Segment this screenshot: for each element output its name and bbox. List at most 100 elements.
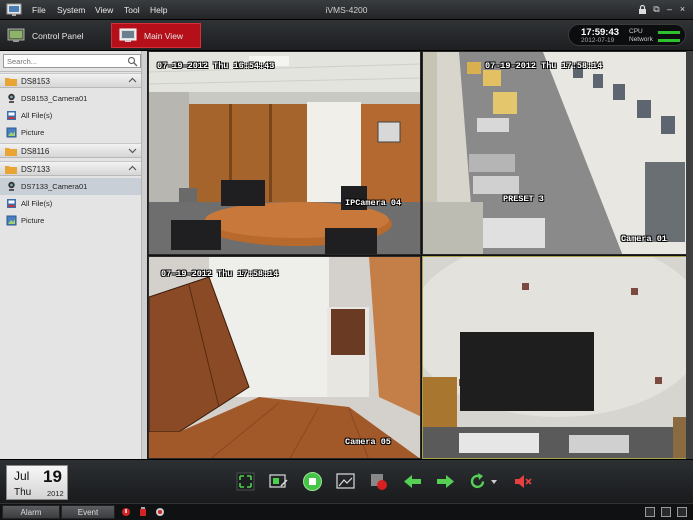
video-window-3[interactable]: 07-19-2012 Thu 17:58:14 Camera 05 bbox=[148, 256, 421, 459]
control-panel-icon bbox=[7, 28, 25, 42]
osd-camera-name: Camera 05 bbox=[345, 437, 391, 447]
chevron-up-icon[interactable] bbox=[128, 164, 137, 173]
next-icon[interactable] bbox=[435, 471, 456, 492]
tree-item-ds7133-picture[interactable]: Picture bbox=[0, 212, 141, 229]
picture-icon bbox=[6, 215, 17, 226]
menu-bar: File System View Tool Help iVMS-4200 ⧉ –… bbox=[0, 0, 693, 20]
folder-icon bbox=[5, 78, 17, 86]
tree-item-ds8153-camera01[interactable]: DS8153_Camera01 bbox=[0, 90, 141, 107]
tree-item-ds7133-all-files[interactable]: All File(s) bbox=[0, 195, 141, 212]
refresh-icon[interactable] bbox=[467, 471, 488, 492]
tab-event[interactable]: Event bbox=[61, 505, 115, 519]
video-window-2[interactable]: 07-19-2012 Thu 17:58:14 PRESET 3 Camera … bbox=[422, 51, 693, 255]
osd-preset: PRESET 3 bbox=[503, 194, 544, 204]
osd-camera-name: Camera 01 bbox=[621, 234, 667, 244]
group-label: DS8116 bbox=[21, 147, 50, 156]
device-tree-panel: DS8153 DS8153_Camera01 All File(s) Pictu… bbox=[0, 51, 147, 459]
tree-item-label: DS7133_Camera01 bbox=[21, 182, 88, 191]
pin-icon[interactable] bbox=[645, 507, 655, 517]
app-logo-icon bbox=[6, 3, 22, 16]
cpu-label: CPU bbox=[629, 28, 643, 35]
menu-help[interactable]: Help bbox=[150, 5, 167, 15]
alarm-settings-icon[interactable] bbox=[155, 507, 165, 517]
record-icon[interactable] bbox=[368, 471, 389, 492]
alarm-icon[interactable] bbox=[121, 507, 131, 517]
fullscreen-icon[interactable] bbox=[235, 471, 256, 492]
capture-icon[interactable] bbox=[335, 471, 356, 492]
date-month: Jul bbox=[14, 469, 30, 483]
bottom-control-bar: Jul 19 Thu 2012 bbox=[0, 459, 693, 503]
restore-button[interactable]: ⧉ bbox=[651, 4, 662, 15]
tab-control-panel[interactable]: Control Panel bbox=[6, 23, 94, 48]
video-frame-4 bbox=[423, 257, 692, 458]
group-ds8116[interactable]: DS8116 bbox=[0, 143, 141, 158]
window-restore-icon[interactable] bbox=[661, 507, 671, 517]
previous-icon[interactable] bbox=[402, 471, 423, 492]
video-frame-3 bbox=[149, 257, 420, 458]
close-button[interactable]: × bbox=[677, 4, 688, 15]
menu-tool[interactable]: Tool bbox=[124, 5, 140, 15]
network-meter bbox=[658, 39, 680, 42]
left-panel-scrollbar[interactable] bbox=[141, 51, 147, 459]
osd-camera-name: IPCamera 04 bbox=[345, 198, 402, 208]
group-label: DS7133 bbox=[21, 165, 50, 174]
osd-timestamp: 07-19-2012 Thu 17:58:14 bbox=[161, 269, 279, 279]
status-bar: Alarm Event bbox=[0, 503, 693, 520]
tab-main-view[interactable]: Main View bbox=[111, 23, 201, 48]
minimize-button[interactable]: – bbox=[664, 4, 675, 15]
cpu-meter bbox=[658, 31, 680, 34]
alarm-sound-icon[interactable] bbox=[138, 507, 148, 517]
tab-control-panel-label: Control Panel bbox=[32, 30, 84, 41]
mute-icon[interactable] bbox=[512, 471, 533, 492]
tree-item-ds8153-all-files[interactable]: All File(s) bbox=[0, 107, 141, 124]
date-weekday: Thu bbox=[14, 487, 32, 498]
camera-icon bbox=[8, 181, 15, 191]
osd-timestamp: 07-19-2012 Thu 17:58:14 bbox=[485, 61, 603, 71]
camera-icon bbox=[8, 93, 15, 103]
tab-main-view-label: Main View bbox=[144, 30, 184, 41]
file-icon bbox=[7, 199, 16, 208]
date-day: 19 bbox=[43, 467, 62, 486]
window-expand-icon[interactable] bbox=[677, 507, 687, 517]
menu-file[interactable]: File bbox=[32, 5, 46, 15]
main-toolbar: Control Panel Main View 17:59:43 2012-07… bbox=[0, 20, 693, 51]
chevron-down-icon[interactable] bbox=[128, 146, 137, 155]
date-display[interactable]: Jul 19 Thu 2012 bbox=[6, 465, 68, 500]
video-frame-2 bbox=[423, 52, 692, 254]
group-label: DS8153 bbox=[21, 77, 50, 86]
search-box bbox=[3, 54, 141, 68]
tree-item-label: Picture bbox=[21, 128, 45, 137]
osd-timestamp: 07-19-2012 Thu 16:54:43 bbox=[157, 61, 275, 71]
menu-view[interactable]: View bbox=[95, 5, 113, 15]
main-view-icon bbox=[119, 28, 137, 42]
tree-item-label: DS8153_Camera01 bbox=[21, 94, 88, 103]
video-window-4[interactable] bbox=[422, 256, 693, 459]
live-view-grid: 07-19-2012 Thu 16:54:43 IPCamera 04 07-1… bbox=[148, 51, 693, 459]
tree-item-label: All File(s) bbox=[21, 199, 53, 208]
group-ds8153[interactable]: DS8153 bbox=[0, 73, 141, 88]
tab-alarm[interactable]: Alarm bbox=[2, 505, 60, 519]
file-icon bbox=[7, 111, 16, 120]
tree-item-label: All File(s) bbox=[21, 111, 53, 120]
date-year: 2012 bbox=[47, 489, 64, 498]
network-label: Network bbox=[629, 36, 653, 43]
folder-icon bbox=[5, 166, 17, 174]
system-status-panel: 17:59:43 2012-07-19 CPU Network bbox=[568, 24, 686, 46]
menu-system[interactable]: System bbox=[57, 5, 85, 15]
video-window-1[interactable]: 07-19-2012 Thu 16:54:43 IPCamera 04 bbox=[148, 51, 421, 255]
tree-item-ds8153-picture[interactable]: Picture bbox=[0, 124, 141, 141]
chevron-up-icon[interactable] bbox=[128, 76, 137, 85]
dropdown-arrow-icon[interactable] bbox=[489, 471, 499, 492]
search-icon[interactable] bbox=[127, 56, 138, 67]
lock-icon[interactable] bbox=[637, 4, 648, 15]
tree-item-ds7133-camera01[interactable]: DS7133_Camera01 bbox=[0, 178, 141, 195]
group-ds7133[interactable]: DS7133 bbox=[0, 161, 141, 176]
picture-icon bbox=[6, 127, 17, 138]
grid-scrollbar[interactable] bbox=[686, 51, 693, 459]
stop-all-icon[interactable] bbox=[302, 471, 323, 492]
search-input[interactable] bbox=[4, 55, 122, 67]
layout-edit-icon[interactable] bbox=[268, 471, 289, 492]
folder-icon bbox=[5, 148, 17, 156]
tree-item-label: Picture bbox=[21, 216, 45, 225]
clock-date: 2012-07-19 bbox=[581, 37, 615, 44]
